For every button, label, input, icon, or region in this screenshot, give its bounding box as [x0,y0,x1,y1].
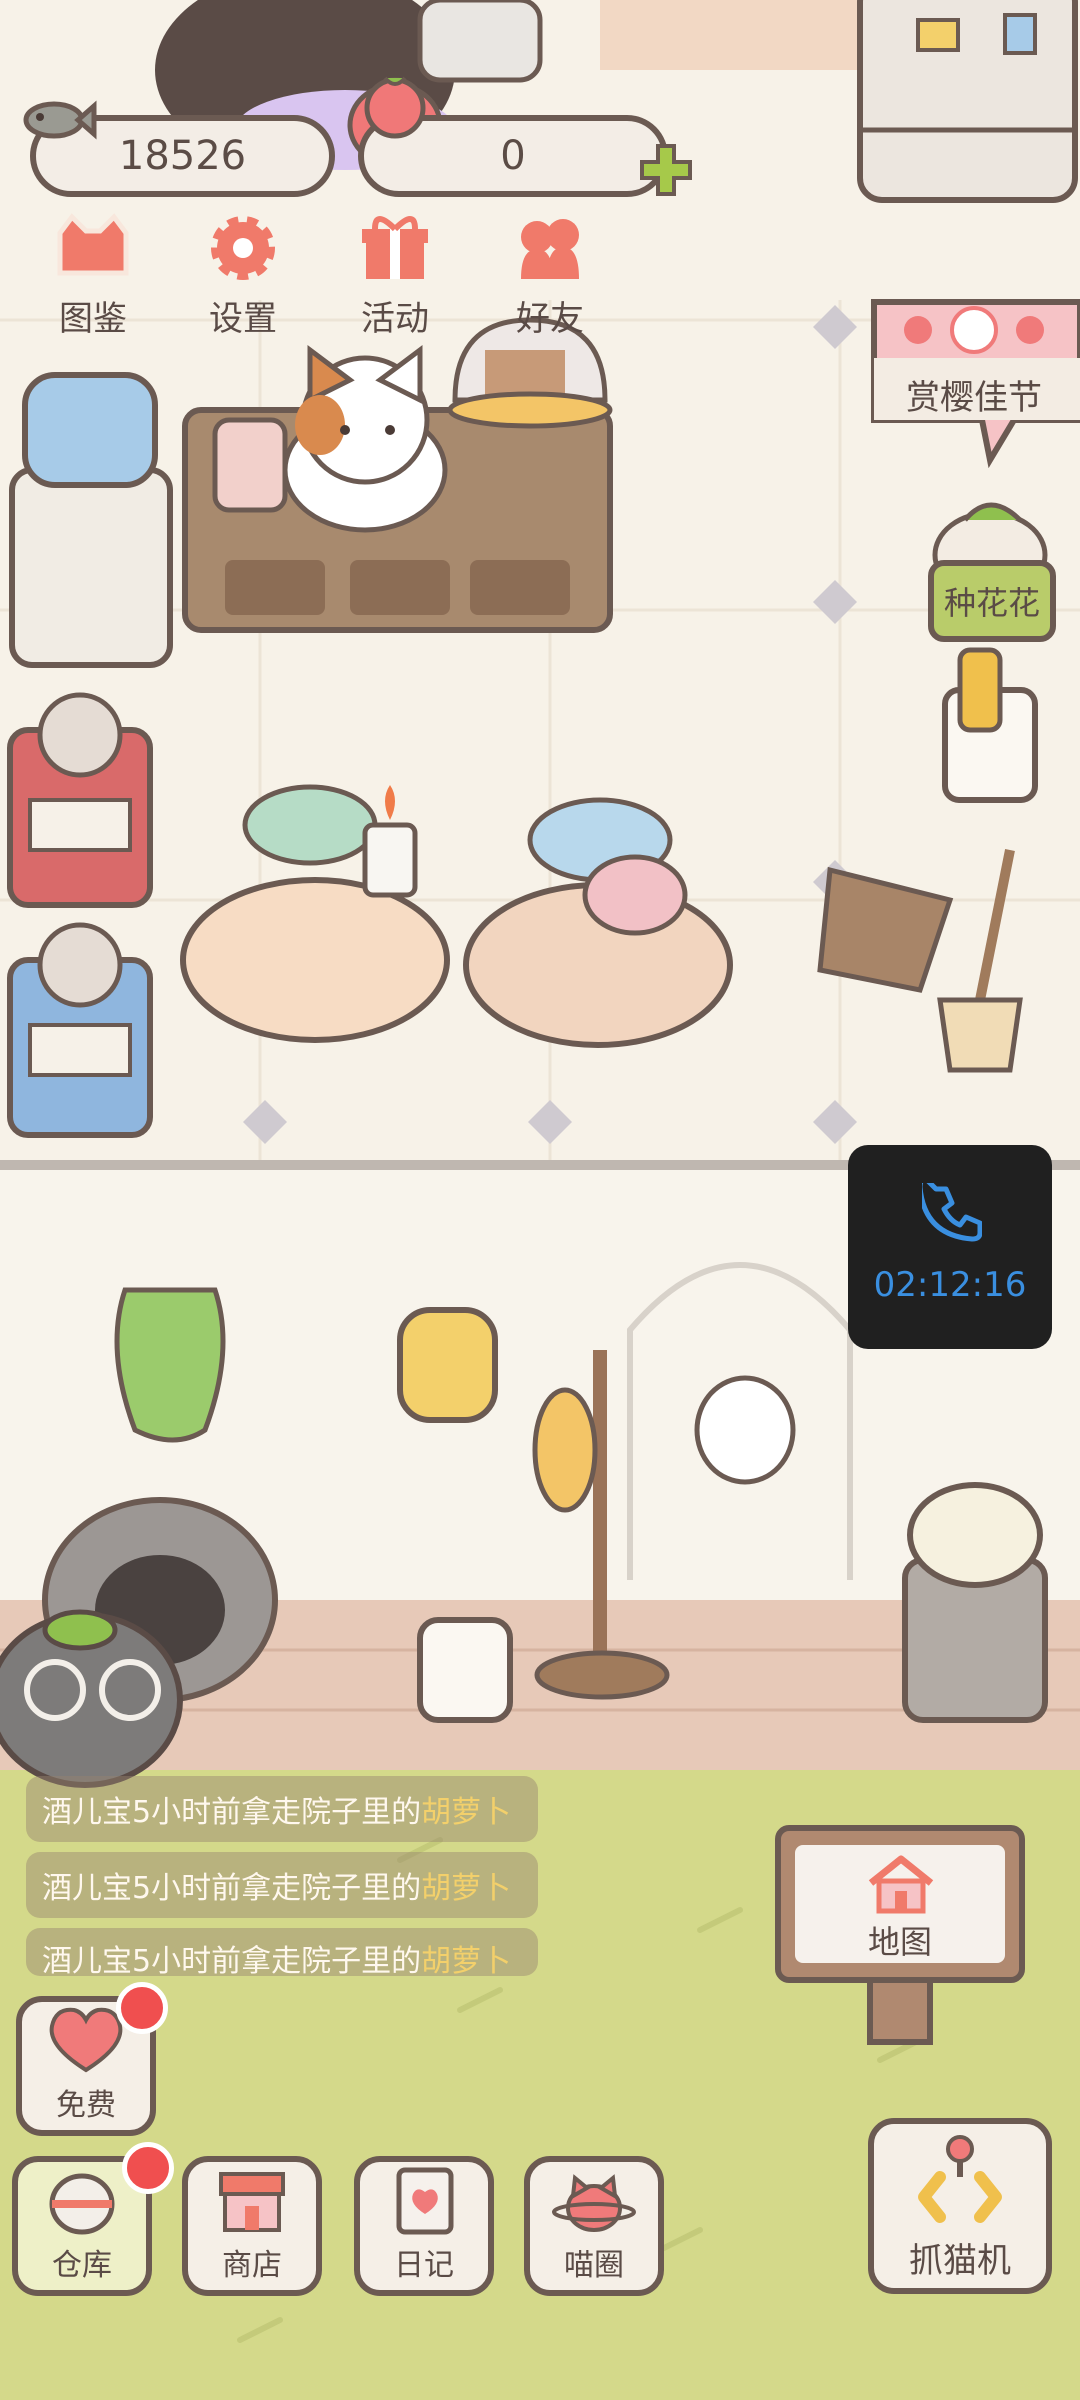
nav-diary-button[interactable]: 日记 [354,2156,494,2296]
menu-settings-button[interactable]: 设置 [178,210,308,340]
nav-shop-label: 商店 [222,2248,282,2283]
plus-icon [640,144,692,196]
call-widget[interactable]: 02:12:16 [848,1145,1052,1349]
gear-icon [211,216,275,280]
gem-value: 0 [500,133,526,179]
feed-item: 胡萝卜 [421,1795,512,1830]
menu-events-label: 活动 [361,299,429,339]
phone-icon [922,1183,982,1242]
event-banner-label: 赏樱佳节 [906,378,1042,418]
fish-coin-icon [23,100,97,140]
claw-machine-label: 抓猫机 [909,2241,1011,2281]
nav-shop-button[interactable]: 商店 [182,2156,322,2296]
feed-message: 酒儿宝5小时前拿走院子里的 胡萝卜 [26,1852,538,1918]
nav-cat-circle-label: 喵圈 [564,2248,624,2283]
nav-storage-label: 仓库 [52,2248,112,2283]
storage-notification-dot [122,2142,174,2194]
feed-text: 酒儿宝5小时前拿走院子里的 [42,1871,422,1906]
feed-item: 胡萝卜 [421,1944,512,1976]
sign-post [867,1975,933,2045]
friends-icon [521,219,579,279]
menu-settings-label: 设置 [209,299,277,339]
feed-text: 酒儿宝5小时前拿走院子里的 [42,1795,422,1830]
feed-message: 酒儿宝5小时前拿走院子里的 胡萝卜 [26,1776,538,1842]
nav-cat-circle-button[interactable]: 喵圈 [524,2156,664,2296]
free-label: 免费 [56,2088,116,2123]
nav-diary-label: 日记 [394,2248,454,2283]
house-icon [868,1855,934,1914]
feed-item: 胡萝卜 [421,1871,512,1906]
cat-planet-icon [552,2174,636,2232]
map-sign[interactable]: 地图 [775,1825,1025,2045]
menu-events-button[interactable]: 活动 [330,210,460,340]
claw-icon [918,2135,1002,2223]
strawberry-icon [364,76,426,139]
event-banner[interactable]: 赏樱佳节 [868,298,1080,468]
coin-value: 18526 [118,133,247,179]
map-label: 地图 [867,1923,932,1961]
menu-friends-label: 好友 [516,299,584,339]
plant-flowers-tag[interactable]: 种花花 [928,560,1056,642]
menu-catalog-button[interactable]: 图鉴 [28,210,158,340]
storage-icon [49,2173,115,2235]
menu-friends-button[interactable]: 好友 [485,210,615,340]
shop-icon [219,2172,285,2232]
call-timer: 02:12:16 [873,1265,1027,1305]
feed-message: 酒儿宝5小时前拿走院子里的 胡萝卜 [26,1928,538,1976]
gift-icon [362,216,428,279]
free-notification-dot [116,1982,168,2034]
claw-machine-button[interactable]: 抓猫机 [868,2118,1052,2294]
feed-text: 酒儿宝5小时前拿走院子里的 [42,1944,422,1976]
menu-catalog-label: 图鉴 [59,299,127,339]
heart-icon [49,2007,123,2073]
add-gems-button[interactable] [636,140,696,200]
plant-flowers-label: 种花花 [943,584,1040,622]
cat-face-icon [57,213,129,276]
diary-icon [396,2167,454,2235]
